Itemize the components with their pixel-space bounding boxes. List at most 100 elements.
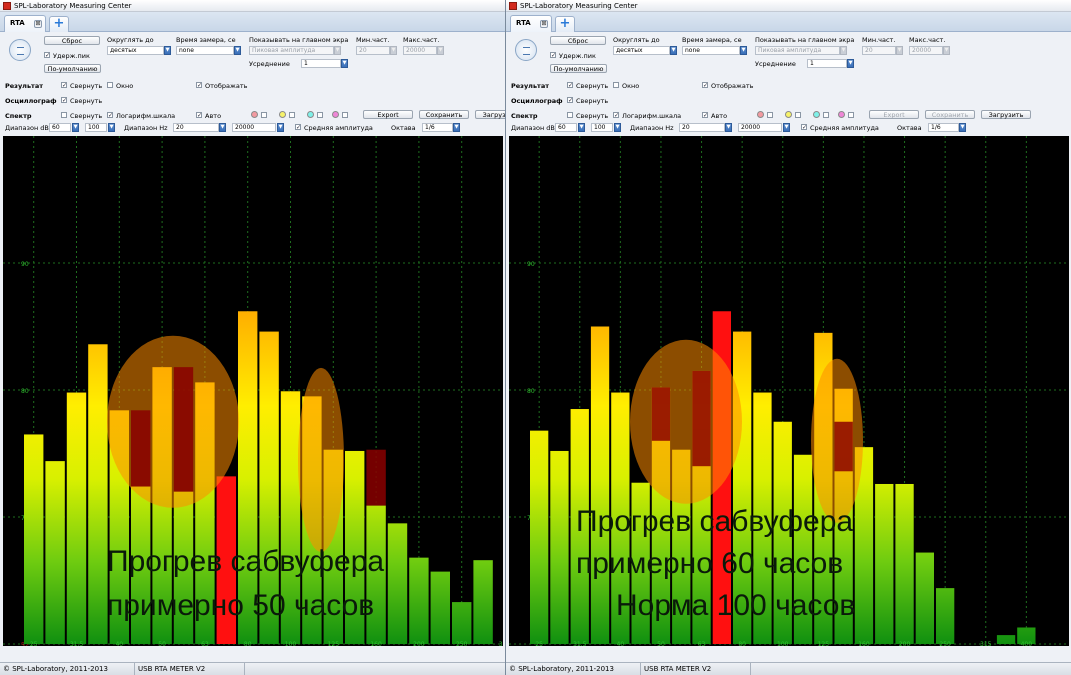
max-freq-select[interactable]: 20000 bbox=[909, 46, 943, 55]
x-tick-label: 40 bbox=[115, 641, 123, 646]
chevron-down-icon[interactable]: ▼ bbox=[943, 46, 950, 55]
tab-rta[interactable]: RTA ⊠ bbox=[4, 15, 46, 32]
chevron-down-icon[interactable]: ▼ bbox=[341, 59, 348, 68]
series-checkbox[interactable] bbox=[261, 112, 267, 118]
color-swatch-magenta[interactable] bbox=[332, 111, 339, 118]
avg-amplitude-checkbox[interactable]: ✓ bbox=[295, 124, 301, 131]
chevron-down-icon[interactable]: ▼ bbox=[453, 123, 460, 132]
status-bar: © SPL-Laboratory, 2011-2013 USB RTA METE… bbox=[506, 662, 1071, 675]
chevron-down-icon[interactable]: ▼ bbox=[896, 46, 903, 55]
log-scale-checkbox[interactable]: ✓ bbox=[107, 112, 113, 119]
load-button[interactable]: Загрузить bbox=[475, 110, 505, 119]
spectrum-collapse-checkbox[interactable] bbox=[61, 112, 67, 118]
series-checkbox[interactable] bbox=[767, 112, 773, 118]
export-button[interactable]: Export bbox=[869, 110, 919, 119]
max-freq-select[interactable]: 20000 bbox=[403, 46, 437, 55]
series-checkbox[interactable] bbox=[795, 112, 801, 118]
series-checkbox[interactable] bbox=[317, 112, 323, 118]
min-freq-select[interactable]: 20 bbox=[862, 46, 896, 55]
auto-checkbox[interactable]: ✓ bbox=[702, 112, 708, 119]
chevron-down-icon[interactable]: ▼ bbox=[959, 123, 966, 132]
menu-round-icon[interactable] bbox=[515, 39, 537, 61]
range-db-to[interactable]: 100 bbox=[85, 123, 107, 132]
result-collapse-checkbox[interactable]: ✓ bbox=[61, 82, 67, 89]
reset-button[interactable]: Сброс bbox=[44, 36, 100, 45]
range-db-from[interactable]: 60 bbox=[555, 123, 577, 132]
menu-round-icon[interactable] bbox=[9, 39, 31, 61]
series-checkbox[interactable] bbox=[289, 112, 295, 118]
show-select[interactable]: Пиковая амплитуда bbox=[755, 46, 840, 55]
chevron-down-icon[interactable]: ▼ bbox=[234, 46, 241, 55]
color-swatch-magenta[interactable] bbox=[838, 111, 845, 118]
window-checkbox[interactable] bbox=[613, 82, 619, 88]
load-button[interactable]: Загрузить bbox=[981, 110, 1031, 119]
series-checkbox[interactable] bbox=[848, 112, 854, 118]
chevron-down-icon[interactable]: ▼ bbox=[334, 46, 341, 55]
display-checkbox[interactable]: ✓ bbox=[196, 82, 202, 89]
hold-peak-checkbox[interactable]: ✓ bbox=[44, 52, 50, 59]
save-button[interactable]: Сохранить bbox=[419, 110, 469, 119]
hold-peak-checkbox[interactable]: ✓ bbox=[550, 52, 556, 59]
chevron-down-icon[interactable]: ▼ bbox=[164, 46, 171, 55]
add-tab-icon[interactable]: + bbox=[49, 16, 69, 32]
display-checkbox[interactable]: ✓ bbox=[702, 82, 708, 89]
color-swatch-cyan[interactable] bbox=[307, 111, 314, 118]
averaging-select[interactable]: 1 bbox=[807, 59, 847, 68]
close-tab-icon[interactable]: ⊠ bbox=[540, 20, 548, 28]
color-swatch-yellow[interactable] bbox=[279, 111, 286, 118]
round-select[interactable]: десятых bbox=[107, 46, 164, 55]
osc-collapse-checkbox[interactable]: ✓ bbox=[567, 97, 573, 104]
color-swatch-yellow[interactable] bbox=[785, 111, 792, 118]
chevron-down-icon[interactable]: ▼ bbox=[277, 123, 284, 132]
range-hz-from[interactable]: 20 bbox=[173, 123, 219, 132]
reset-button[interactable]: Сброс bbox=[550, 36, 606, 45]
octave-select[interactable]: 1/6 bbox=[422, 123, 453, 132]
chevron-down-icon[interactable]: ▼ bbox=[437, 46, 444, 55]
color-swatch-red[interactable] bbox=[251, 111, 258, 118]
series-checkbox[interactable] bbox=[342, 112, 348, 118]
chevron-down-icon[interactable]: ▼ bbox=[740, 46, 747, 55]
chevron-down-icon[interactable]: ▼ bbox=[840, 46, 847, 55]
log-scale-checkbox[interactable]: ✓ bbox=[613, 112, 619, 119]
round-select[interactable]: десятых bbox=[613, 46, 670, 55]
chevron-down-icon[interactable]: ▼ bbox=[614, 123, 621, 132]
tab-rta[interactable]: RTA ⊠ bbox=[510, 15, 552, 32]
save-button[interactable]: Сохранить bbox=[925, 110, 975, 119]
window-checkbox[interactable] bbox=[107, 82, 113, 88]
chevron-down-icon[interactable]: ▼ bbox=[783, 123, 790, 132]
chevron-down-icon[interactable]: ▼ bbox=[578, 123, 585, 132]
x-tick-label: 160 bbox=[370, 641, 382, 646]
default-button[interactable]: По-умолчанию bbox=[550, 64, 607, 73]
time-select[interactable]: none bbox=[682, 46, 740, 55]
avg-amplitude-checkbox[interactable]: ✓ bbox=[801, 124, 807, 131]
chevron-down-icon[interactable]: ▼ bbox=[390, 46, 397, 55]
range-hz-to[interactable]: 20000 bbox=[738, 123, 782, 132]
range-hz-to[interactable]: 20000 bbox=[232, 123, 276, 132]
spectrum-collapse-checkbox[interactable] bbox=[567, 112, 573, 118]
osc-collapse-checkbox[interactable]: ✓ bbox=[61, 97, 67, 104]
series-checkbox[interactable] bbox=[823, 112, 829, 118]
range-hz-label: Диапазон Hz bbox=[630, 124, 674, 132]
show-select[interactable]: Пиковая амплитуда bbox=[249, 46, 334, 55]
chevron-down-icon[interactable]: ▼ bbox=[108, 123, 115, 132]
time-select[interactable]: none bbox=[176, 46, 234, 55]
chevron-down-icon[interactable]: ▼ bbox=[72, 123, 79, 132]
add-tab-icon[interactable]: + bbox=[555, 16, 575, 32]
color-swatch-red[interactable] bbox=[757, 111, 764, 118]
range-db-from[interactable]: 60 bbox=[49, 123, 71, 132]
range-hz-from[interactable]: 20 bbox=[679, 123, 725, 132]
close-tab-icon[interactable]: ⊠ bbox=[34, 20, 42, 28]
chevron-down-icon[interactable]: ▼ bbox=[847, 59, 854, 68]
result-collapse-checkbox[interactable]: ✓ bbox=[567, 82, 573, 89]
auto-checkbox[interactable]: ✓ bbox=[196, 112, 202, 119]
default-button[interactable]: По-умолчанию bbox=[44, 64, 101, 73]
averaging-select[interactable]: 1 bbox=[301, 59, 341, 68]
octave-select[interactable]: 1/6 bbox=[928, 123, 959, 132]
chevron-down-icon[interactable]: ▼ bbox=[219, 123, 226, 132]
chevron-down-icon[interactable]: ▼ bbox=[670, 46, 677, 55]
min-freq-select[interactable]: 20 bbox=[356, 46, 390, 55]
range-db-to[interactable]: 100 bbox=[591, 123, 613, 132]
export-button[interactable]: Export bbox=[363, 110, 413, 119]
chevron-down-icon[interactable]: ▼ bbox=[725, 123, 732, 132]
color-swatch-cyan[interactable] bbox=[813, 111, 820, 118]
